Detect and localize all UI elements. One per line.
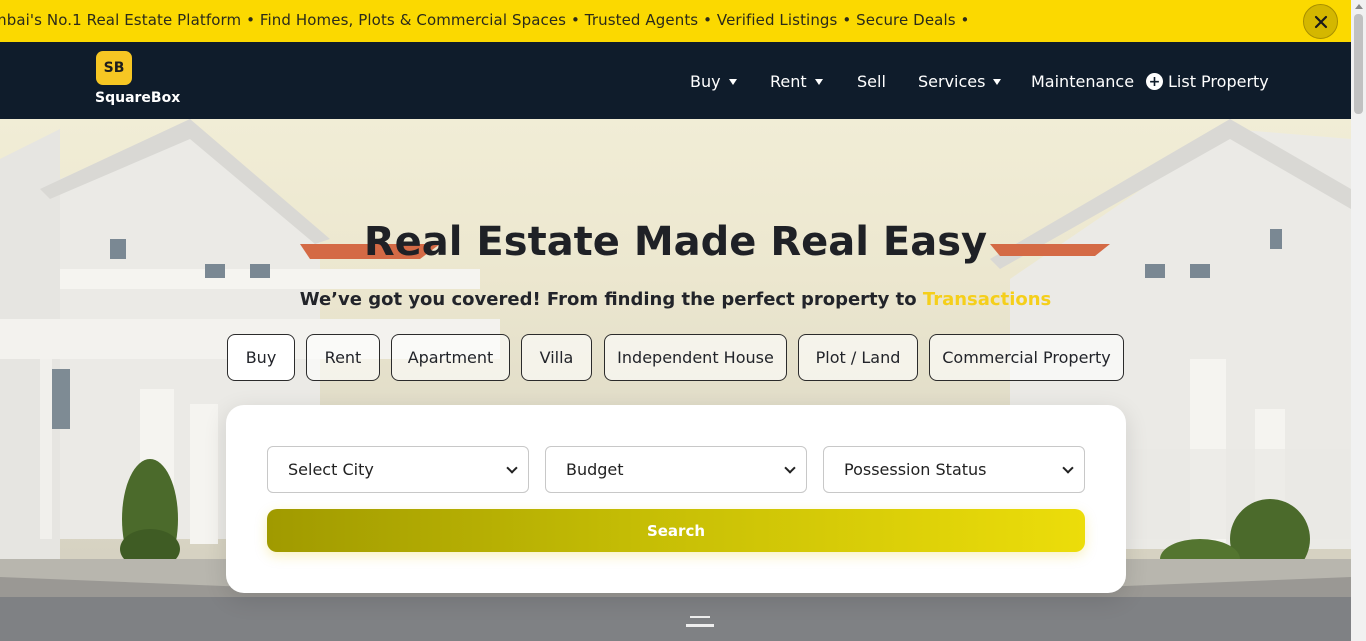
chevron-down-icon — [506, 462, 518, 474]
city-select[interactable]: Select City — [267, 446, 529, 493]
page-scrollbar[interactable] — [1351, 0, 1366, 641]
nav-rent-label: Rent — [770, 72, 807, 91]
caret-down-icon — [728, 78, 737, 85]
budget-select-value: Budget — [566, 460, 624, 479]
close-icon — [1314, 15, 1327, 28]
tab-plot-land[interactable]: Plot / Land — [798, 334, 918, 381]
list-property-label: List Property — [1168, 72, 1269, 91]
tab-commercial-property[interactable]: Commercial Property — [929, 334, 1124, 381]
nav-maintenance[interactable]: Maintenance — [1031, 72, 1134, 91]
hero-subtitle-text: We’ve got you covered! From finding the … — [299, 289, 917, 310]
announcement-text: mbai's No.1 Real Estate Platform • Find … — [0, 11, 970, 29]
nav-rent[interactable]: Rent — [770, 72, 823, 91]
tab-villa[interactable]: Villa — [521, 334, 592, 381]
possession-status-select[interactable]: Possession Status — [823, 446, 1085, 493]
hero-title: Real Estate Made Real Easy — [363, 219, 988, 265]
announcement-close-button[interactable] — [1303, 4, 1338, 39]
nav-sell-label: Sell — [857, 72, 886, 91]
search-card: Select City Budget Possession Status Sea… — [226, 405, 1126, 593]
possession-select-value: Possession Status — [844, 460, 987, 479]
nav-sell[interactable]: Sell — [857, 72, 886, 91]
hero-section: Real Estate Made Real Easy We’ve got you… — [0, 119, 1351, 641]
search-button[interactable]: Search — [267, 509, 1085, 552]
list-property-button[interactable]: + List Property — [1146, 72, 1269, 91]
nav-buy[interactable]: Buy — [690, 72, 737, 91]
city-select-value: Select City — [288, 460, 374, 479]
plus-circle-icon: + — [1146, 73, 1163, 90]
scrollbar-thumb[interactable] — [1354, 14, 1363, 114]
scroll-up-arrow-icon[interactable] — [1355, 4, 1363, 9]
tab-rent[interactable]: Rent — [306, 334, 380, 381]
nav-maintenance-label: Maintenance — [1031, 72, 1135, 91]
nav-services-label: Services — [918, 72, 986, 91]
main-nav: Buy Rent Sell Services Maintenance + Lis… — [0, 72, 1351, 94]
budget-select[interactable]: Budget — [545, 446, 807, 493]
caret-down-icon — [814, 78, 823, 85]
nav-buy-label: Buy — [690, 72, 721, 91]
hero-subtitle: We’ve got you covered! From finding the … — [0, 289, 1351, 310]
tab-independent-house[interactable]: Independent House — [604, 334, 787, 381]
chevron-down-icon — [784, 462, 796, 474]
navbar: SB SquareBox Buy Rent Sell Services Main… — [0, 42, 1351, 119]
hero-subtitle-highlight: Transactions — [922, 289, 1052, 310]
property-type-tabs: Buy Rent Apartment Villa Independent Hou… — [0, 334, 1351, 382]
chevron-down-icon — [1062, 462, 1074, 474]
caret-down-icon — [993, 78, 1002, 85]
nav-services[interactable]: Services — [918, 72, 1002, 91]
announcement-bar: mbai's No.1 Real Estate Platform • Find … — [0, 0, 1351, 42]
tab-buy[interactable]: Buy — [227, 334, 295, 381]
tab-apartment[interactable]: Apartment — [391, 334, 510, 381]
